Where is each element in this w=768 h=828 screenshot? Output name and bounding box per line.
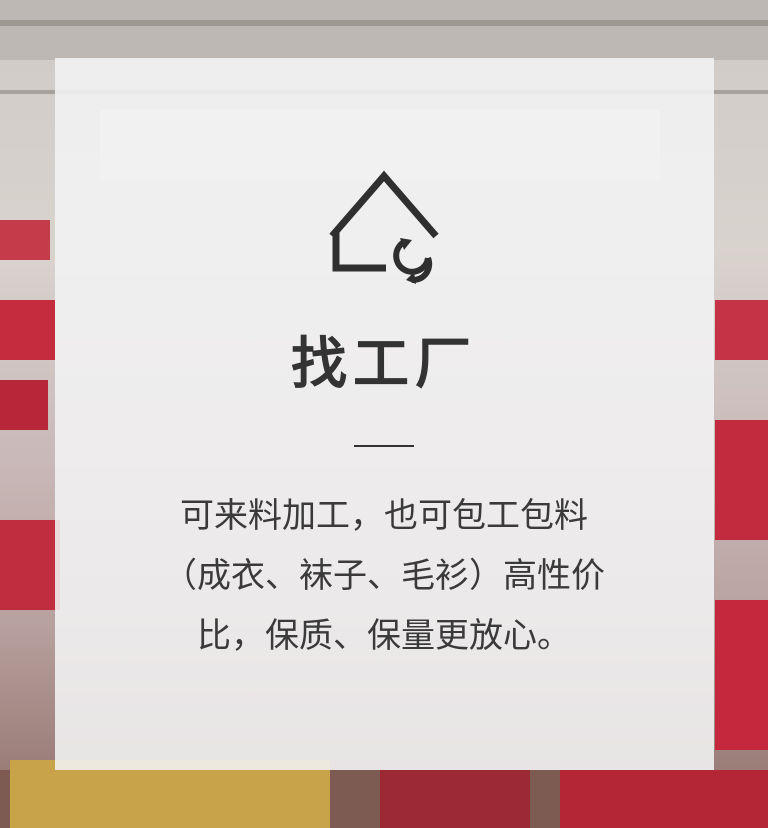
title-divider	[354, 445, 414, 447]
description-line-2: （成衣、袜子、毛衫）高性价	[163, 556, 605, 596]
description-line-3: 比，保质、保量更放心。	[197, 616, 571, 656]
page-title: 找工厂	[291, 332, 477, 397]
house-refresh-icon	[324, 168, 444, 288]
description-line-1: 可来料加工，也可包工包料	[180, 496, 588, 536]
